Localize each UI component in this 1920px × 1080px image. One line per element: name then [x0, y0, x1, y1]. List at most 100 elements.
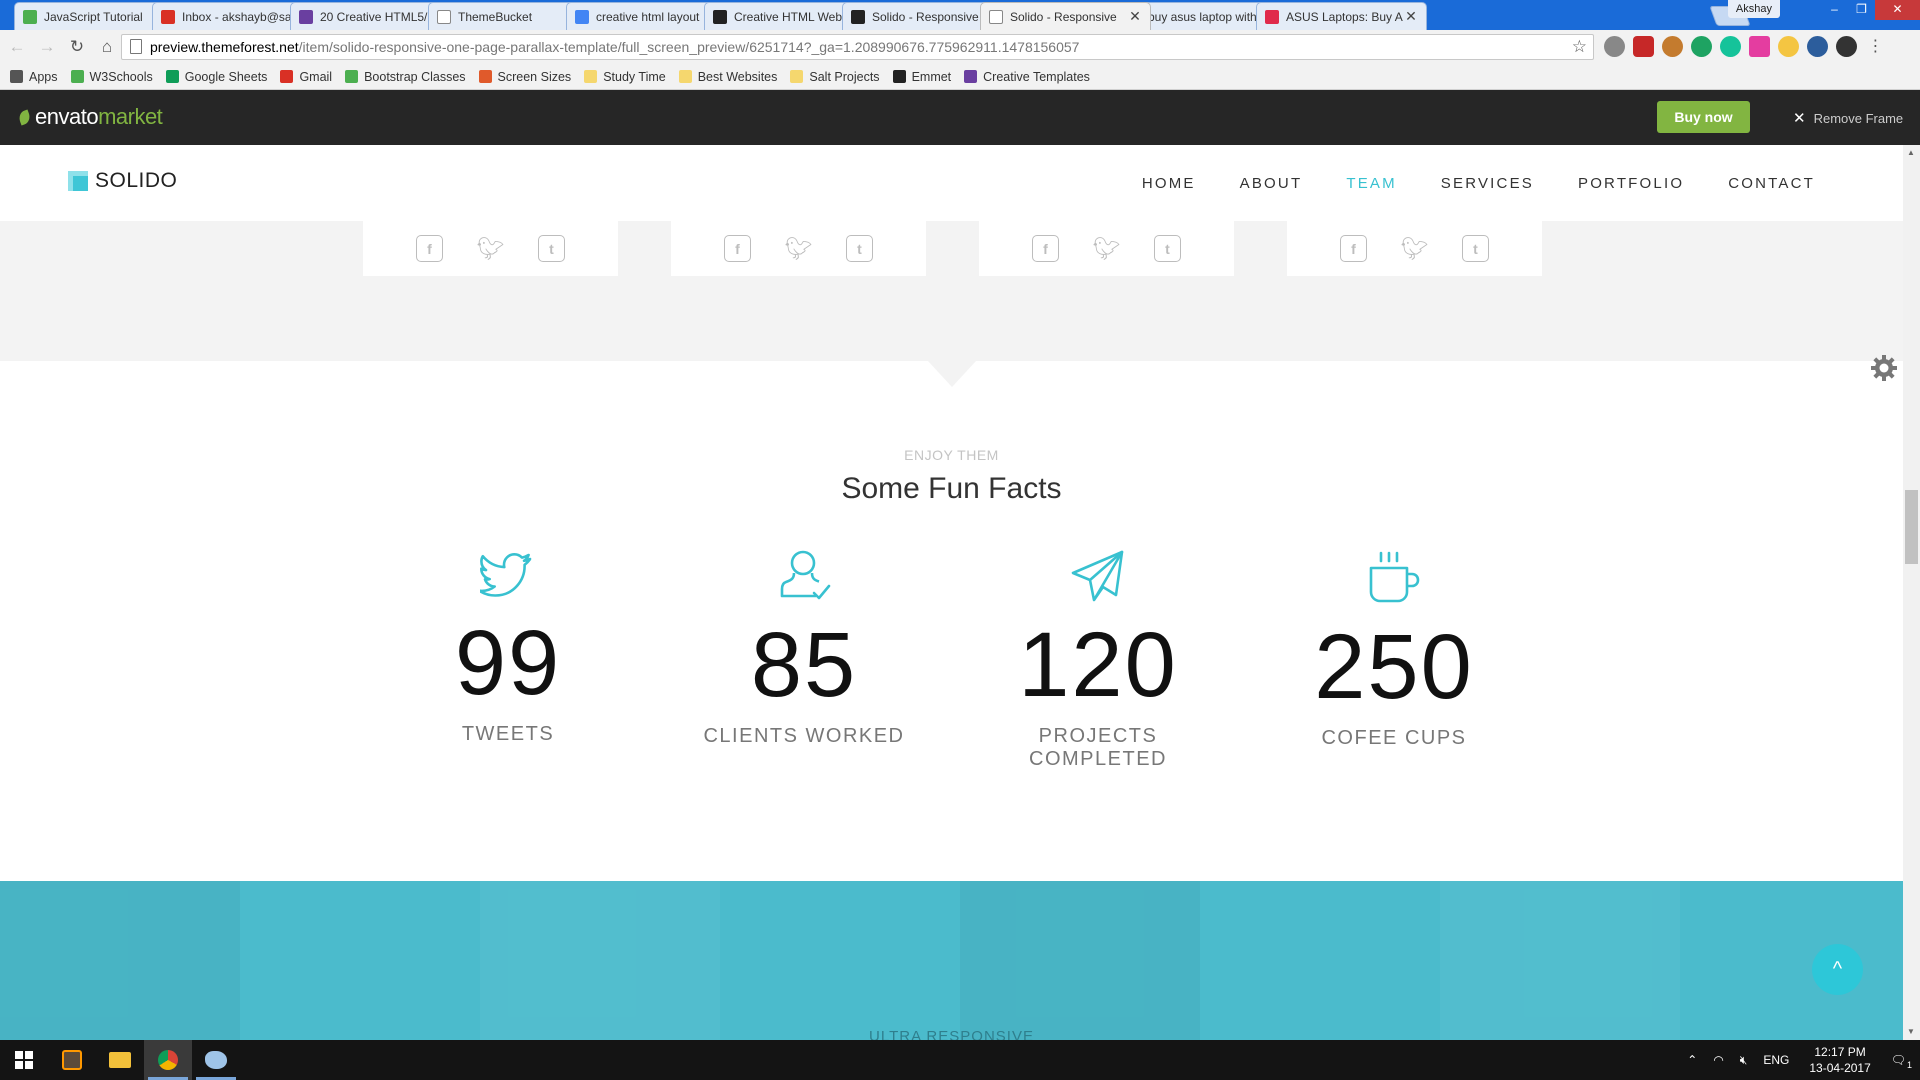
back-icon[interactable]: ←: [4, 34, 30, 60]
extension-icon[interactable]: [1604, 36, 1625, 57]
nav-item-contact[interactable]: CONTACT: [1728, 175, 1815, 192]
volume-muted-icon[interactable]: 🔇︎: [1740, 1053, 1748, 1068]
browser-tab[interactable]: ASUS Laptops: Buy A ✕: [1256, 2, 1427, 30]
windows-start-icon[interactable]: [0, 1040, 48, 1080]
bookmark-icon: [10, 70, 23, 83]
tab-favicon-icon: [161, 9, 175, 24]
nav-item-about[interactable]: ABOUT: [1240, 175, 1303, 192]
bookmark-item[interactable]: Best Websites: [678, 70, 777, 84]
twitter-icon[interactable]: 🐦︎: [785, 235, 813, 262]
tumblr-icon[interactable]: t: [1154, 235, 1181, 262]
bookmark-item[interactable]: W3Schools: [70, 70, 153, 84]
forward-icon[interactable]: →: [34, 34, 60, 60]
bookmark-item[interactable]: Salt Projects: [790, 69, 880, 84]
profile-button[interactable]: Akshay: [1727, 0, 1780, 18]
bookmark-item[interactable]: Screen Sizes: [478, 70, 571, 84]
close-window-icon[interactable]: ✕: [1875, 0, 1920, 20]
tab-close-icon[interactable]: ✕: [1128, 8, 1142, 25]
extension-icon[interactable]: [1836, 36, 1857, 57]
tumblr-icon[interactable]: t: [846, 235, 873, 262]
tab-close-icon[interactable]: ✕: [1404, 8, 1418, 25]
nav-item-home[interactable]: HOME: [1142, 175, 1196, 192]
bookmark-item[interactable]: Emmet: [892, 69, 952, 84]
fact-number: 85: [750, 614, 858, 716]
bookmark-item[interactable]: Apps: [10, 70, 58, 84]
bookmark-label: Apps: [29, 69, 58, 84]
envato-preview-bar: envato market Buy now ✕ Remove Frame: [0, 90, 1920, 145]
adblock-icon[interactable]: [1633, 36, 1654, 57]
reload-icon[interactable]: ↻: [64, 34, 90, 60]
extension-icon[interactable]: [1662, 36, 1683, 57]
scrollbar-thumb[interactable]: [1905, 490, 1918, 564]
extension-icon[interactable]: [1778, 36, 1799, 57]
tumblr-icon[interactable]: t: [538, 235, 565, 262]
grammarly-icon[interactable]: [1720, 36, 1741, 57]
window-controls: ‒ ❐ ✕: [1821, 0, 1920, 20]
wifi-icon[interactable]: ◠: [1713, 1053, 1723, 1067]
bookmark-icon: [70, 70, 84, 83]
facebook-icon[interactable]: f: [1032, 235, 1059, 262]
bookmark-item[interactable]: Creative Templates: [964, 70, 1090, 84]
browser-tab-strip: JavaScript Tutorial ✕ Inbox - akshayb@sa ✕ 2…: [0, 0, 1920, 30]
envato-logo[interactable]: envato market: [17, 104, 163, 130]
sublime-text-icon[interactable]: [48, 1040, 96, 1080]
bookmark-item[interactable]: Gmail: [280, 70, 332, 84]
site-logo[interactable]: SOLIDO: [68, 169, 177, 193]
scroll-up-icon[interactable]: ▲: [1907, 148, 1915, 157]
paint-icon[interactable]: [192, 1040, 240, 1080]
back-to-top-button[interactable]: ^: [1812, 944, 1863, 995]
site-menu: HOME ABOUT TEAM SERVICES PORTFOLIO CONTACT: [1142, 175, 1815, 192]
extensions: ⋮: [1604, 36, 1886, 57]
notification-center-icon[interactable]: 🗨︎ 1: [1891, 1053, 1912, 1070]
tab-label: Inbox - akshayb@sa: [182, 9, 292, 24]
browser-tab[interactable]: Solido - Responsive ✕: [980, 2, 1151, 30]
extension-icon[interactable]: [1807, 36, 1828, 57]
tray-chevron-icon[interactable]: ⌃: [1687, 1053, 1697, 1067]
address-bar[interactable]: preview.themeforest.net/item/solido-resp…: [121, 34, 1594, 60]
bookmark-item[interactable]: Google Sheets: [165, 70, 267, 84]
facebook-icon[interactable]: f: [416, 235, 443, 262]
page-scrollbar[interactable]: ▲ ▼: [1903, 145, 1920, 1040]
twitter-icon[interactable]: 🐦︎: [1401, 235, 1429, 262]
tab-label: ThemeBucket: [458, 9, 533, 24]
buy-now-button[interactable]: Buy now: [1657, 101, 1750, 133]
restore-icon[interactable]: ❐: [1848, 0, 1875, 20]
bookmark-label: Salt Projects: [809, 69, 880, 84]
settings-gear-icon[interactable]: [1870, 354, 1898, 382]
extension-icon[interactable]: [1749, 36, 1770, 57]
coffee-cup-icon: [1369, 551, 1420, 603]
language-indicator[interactable]: ENG: [1763, 1053, 1789, 1067]
bookmark-star-icon[interactable]: ☆: [1572, 37, 1587, 57]
fun-facts-section: ENJOY THEM Some Fun Facts 99 TWEETS 85 C…: [0, 361, 1903, 881]
page-viewport: f 🐦︎ t f 🐦︎ t f 🐦︎ t f 🐦︎ t SOLIDO HOME ABOUT TEAM SER…: [0, 145, 1920, 1040]
nav-item-portfolio[interactable]: PORTFOLIO: [1578, 175, 1684, 192]
bookmark-label: Study Time: [603, 69, 666, 84]
facebook-icon[interactable]: f: [724, 235, 751, 262]
tab-favicon-icon: [437, 9, 451, 24]
scroll-down-icon[interactable]: ▼: [1907, 1027, 1915, 1036]
section-title: Some Fun Facts: [841, 472, 1062, 505]
taskbar-clock[interactable]: 12:17 PM 13-04-2017: [1809, 1044, 1870, 1076]
bookmark-label: Emmet: [911, 69, 952, 84]
tab-favicon-icon: [713, 9, 727, 24]
nav-item-team[interactable]: TEAM: [1346, 175, 1396, 192]
menu-icon[interactable]: ⋮: [1865, 36, 1886, 57]
bookmarks-bar: Apps W3Schools Google Sheets Gmail Bootstrap…: [0, 64, 1920, 90]
chrome-icon[interactable]: [144, 1040, 192, 1080]
bookmark-item[interactable]: Study Time: [584, 70, 666, 84]
file-explorer-icon[interactable]: [96, 1040, 144, 1080]
home-icon[interactable]: ⌂: [94, 34, 120, 60]
remove-frame-button[interactable]: ✕ Remove Frame: [1793, 109, 1903, 127]
tumblr-icon[interactable]: t: [1462, 235, 1489, 262]
tab-favicon-icon: [989, 9, 1003, 24]
minimize-icon[interactable]: ‒: [1821, 0, 1848, 20]
twitter-icon[interactable]: 🐦︎: [1093, 235, 1121, 262]
twitter-icon[interactable]: 🐦︎: [477, 235, 505, 262]
fact-item: 99 TWEETS: [378, 549, 638, 746]
section-eyebrow: ULTRA RESPONSIVE: [869, 1028, 1034, 1040]
nav-item-services[interactable]: SERVICES: [1441, 175, 1534, 192]
extension-icon[interactable]: [1691, 36, 1712, 57]
envato-leaf-icon: [17, 109, 32, 125]
bookmark-item[interactable]: Bootstrap Classes: [345, 70, 466, 84]
facebook-icon[interactable]: f: [1340, 235, 1367, 262]
